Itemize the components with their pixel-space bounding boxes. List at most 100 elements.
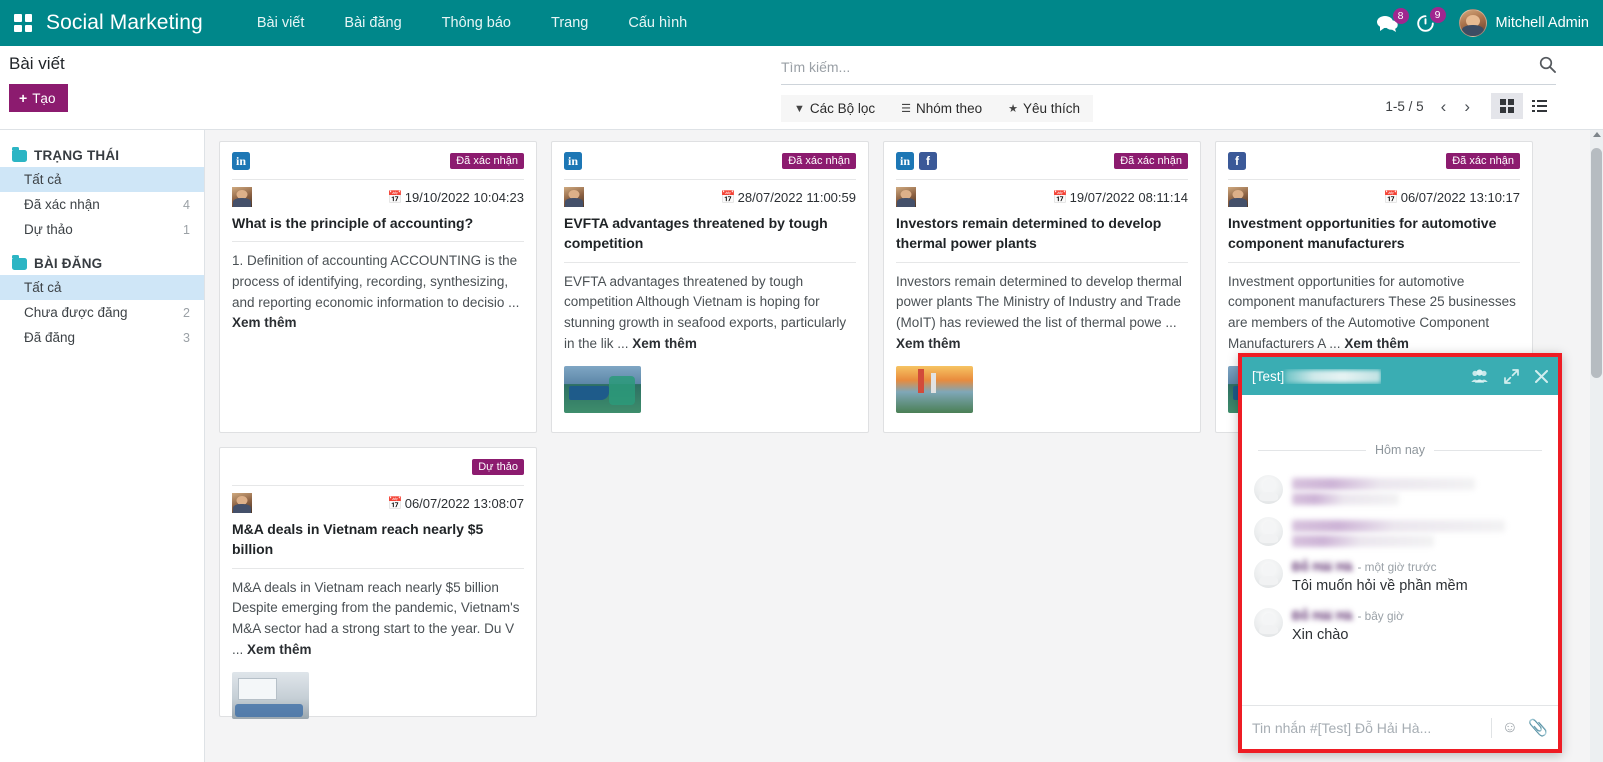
search-row [781, 56, 1556, 85]
chat-window-header[interactable]: [Test] [1242, 357, 1558, 395]
menu-item-thong-bao[interactable]: Thông báo [422, 9, 531, 37]
folder-icon [12, 258, 27, 270]
status-badge: Đã xác nhận [450, 153, 524, 169]
status-badge: Đã xác nhận [1114, 153, 1188, 169]
messages-icon[interactable]: 8 [1377, 15, 1398, 32]
group-lines-icon: ☰ [901, 102, 911, 115]
chat-window-title: [Test] [1252, 369, 1381, 384]
paperclip-icon[interactable]: 📎 [1528, 718, 1548, 738]
search-icon[interactable] [1531, 56, 1556, 78]
chat-message-header: Đỗ Hải Hà - một giờ trước [1292, 559, 1546, 574]
card-meta: 📅 19/10/2022 10:04:23 [232, 179, 524, 207]
search-view: ▼ Các Bộ lọc ☰ Nhóm theo ★ Yêu thích 1-5… [781, 56, 1556, 122]
user-menu[interactable]: Mitchell Admin [1459, 9, 1589, 37]
sidebar-item-label: Tất cả [24, 280, 62, 295]
facebook-icon: f [1228, 152, 1246, 170]
card-title: M&A deals in Vietnam reach nearly $5 bil… [232, 519, 524, 560]
chat-message: Đỗ Hải Hà - bây giờ Xin chào [1242, 604, 1558, 653]
chat-message-body: Đỗ Hải Hà - bây giờ Xin chào [1292, 608, 1546, 645]
chat-message-input[interactable] [1252, 720, 1481, 736]
group-members-icon[interactable] [1471, 369, 1488, 383]
social-network-icons: f [1228, 152, 1246, 170]
separator-line-left [1258, 450, 1366, 451]
vertical-scrollbar[interactable] [1590, 130, 1603, 762]
card-date: 📅 28/07/2022 11:00:59 [721, 190, 856, 205]
menu-item-bai-dang[interactable]: Bài đăng [324, 9, 421, 37]
card-date-label: 19/07/2022 08:11:14 [1070, 190, 1188, 205]
user-name-label: Mitchell Admin [1496, 15, 1589, 31]
create-button[interactable]: + Tạo [9, 84, 68, 112]
calendar-icon: 📅 [388, 190, 403, 204]
filter-row: ▼ Các Bộ lọc ☰ Nhóm theo ★ Yêu thích 1-5… [781, 95, 1556, 122]
chat-message-list[interactable]: Hôm nay Đỗ Hải Hà - một giờ trước [1242, 395, 1558, 705]
sidebar-item-post-published[interactable]: Đã đăng 3 [0, 325, 204, 350]
chevron-left-icon[interactable]: ‹ [1434, 98, 1454, 115]
read-more-link[interactable]: Xem thêm [896, 336, 961, 351]
read-more-link[interactable]: Xem thêm [247, 642, 312, 657]
main-menu: Bài viết Bài đăng Thông báo Trang Cấu hì… [237, 9, 707, 37]
sidebar-item-status-all[interactable]: Tất cả [0, 167, 204, 192]
close-icon[interactable] [1535, 370, 1548, 383]
apps-grid-icon[interactable] [14, 14, 32, 32]
chat-day-separator: Hôm nay [1258, 443, 1542, 457]
scroll-up-arrow-icon[interactable] [1593, 132, 1601, 137]
card-date: 📅 06/07/2022 13:10:17 [1384, 190, 1520, 205]
chat-message-author: Đỗ Hải Hà [1292, 608, 1352, 623]
kanban-card[interactable]: in f Đã xác nhận 📅 19/07/2022 08:11:14 I… [883, 141, 1201, 433]
emoji-smiley-icon[interactable]: ☺ [1502, 719, 1518, 737]
card-meta: 📅 28/07/2022 11:00:59 [564, 179, 856, 207]
expand-arrows-icon[interactable] [1504, 369, 1519, 384]
read-more-link[interactable]: Xem thêm [232, 315, 297, 330]
sidebar-item-label: Dự thảo [24, 222, 73, 237]
sidebar-item-status-draft[interactable]: Dự thảo 1 [0, 217, 204, 242]
blurred-message-line [1292, 493, 1399, 505]
read-more-link[interactable]: Xem thêm [1344, 336, 1409, 351]
sidebar-section-trang-thai: TRẠNG THÁI [0, 144, 204, 167]
scrollbar-thumb[interactable] [1591, 148, 1602, 378]
card-header: in Đã xác nhận [564, 151, 856, 171]
avatar [896, 187, 916, 207]
card-excerpt: M&A deals in Vietnam reach nearly $5 bil… [232, 568, 524, 661]
sidebar-item-post-all[interactable]: Tất cả [0, 275, 204, 300]
chat-header-actions [1471, 369, 1548, 384]
card-header: f Đã xác nhận [1228, 151, 1520, 171]
read-more-link[interactable]: Xem thêm [632, 336, 697, 351]
app-brand-title[interactable]: Social Marketing [46, 11, 203, 35]
blurred-message-line [1292, 535, 1434, 547]
linkedin-icon: in [232, 152, 250, 170]
status-badge: Đã xác nhận [1446, 153, 1520, 169]
sidebar-item-count: 4 [183, 198, 190, 212]
menu-item-bai-viet[interactable]: Bài viết [237, 9, 325, 37]
sidebar-item-label: Tất cả [24, 172, 62, 187]
chevron-right-icon[interactable]: › [1457, 98, 1477, 115]
sidebar-section-label: BÀI ĐĂNG [34, 256, 102, 271]
sidebar-item-status-confirmed[interactable]: Đã xác nhận 4 [0, 192, 204, 217]
chat-message [1242, 513, 1558, 555]
kanban-card[interactable]: in Đã xác nhận 📅 19/10/2022 10:04:23 Wha… [219, 141, 537, 433]
kanban-card[interactable]: Dự thảo 📅 06/07/2022 13:08:07 M&A deals … [219, 447, 537, 717]
kanban-card[interactable]: in Đã xác nhận 📅 28/07/2022 11:00:59 EVF… [551, 141, 869, 433]
plus-icon: + [19, 90, 27, 106]
sidebar-item-post-unpublished[interactable]: Chưa được đăng 2 [0, 300, 204, 325]
card-date: 📅 06/07/2022 13:08:07 [388, 496, 524, 511]
sidebar-item-count: 3 [183, 331, 190, 345]
menu-item-trang[interactable]: Trang [531, 9, 608, 37]
activities-clock-icon[interactable]: 9 [1416, 14, 1435, 33]
search-input[interactable] [781, 59, 1531, 75]
chat-day-label: Hôm nay [1375, 443, 1425, 457]
filters-button[interactable]: ▼ Các Bộ lọc [781, 95, 888, 122]
list-view-icon[interactable] [1523, 93, 1556, 119]
kanban-view-icon[interactable] [1491, 93, 1523, 119]
top-navbar: Social Marketing Bài viết Bài đăng Thông… [0, 0, 1603, 46]
sidebar-section-label: TRẠNG THÁI [34, 148, 119, 163]
pager-counter: 1-5 / 5 [1385, 99, 1423, 114]
group-by-button[interactable]: ☰ Nhóm theo [888, 95, 995, 122]
avatar [1228, 187, 1248, 207]
avatar [1254, 608, 1283, 637]
menu-item-cau-hinh[interactable]: Cấu hình [608, 9, 707, 37]
chat-message-text: Tôi muốn hỏi về phần mềm [1292, 576, 1546, 596]
blurred-author-line [1292, 520, 1505, 532]
favorites-button[interactable]: ★ Yêu thích [995, 95, 1093, 122]
control-panel-left: Bài viết + Tạo [9, 54, 68, 112]
favorites-button-label: Yêu thích [1023, 101, 1080, 116]
